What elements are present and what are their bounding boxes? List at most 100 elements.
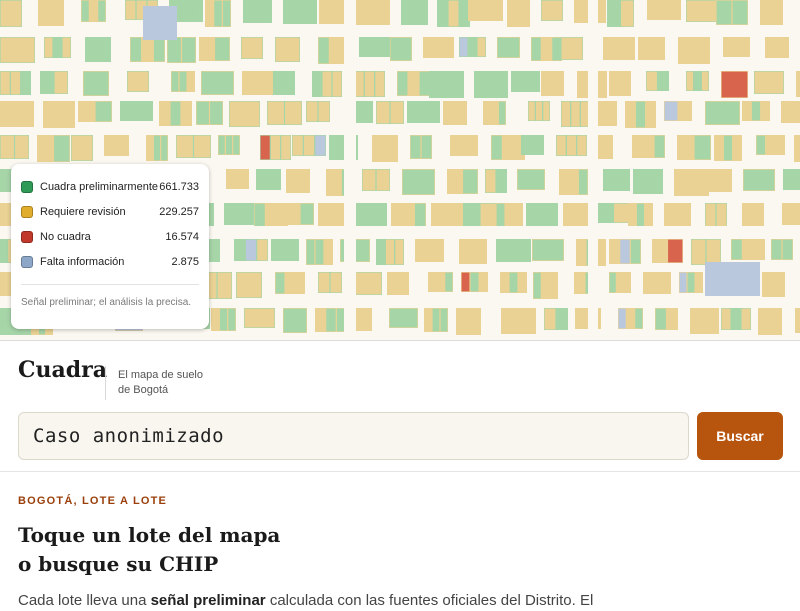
map-lot[interactable] [376, 101, 390, 124]
map-lot[interactable] [609, 272, 616, 293]
map-lot[interactable] [387, 272, 409, 295]
map-lot[interactable] [771, 239, 782, 260]
map-lot[interactable] [0, 239, 8, 263]
map-lot[interactable] [474, 71, 508, 98]
map-lot[interactable] [182, 37, 196, 63]
map-lot[interactable] [54, 71, 68, 94]
map-lot[interactable] [716, 0, 732, 25]
map-lot[interactable] [283, 308, 307, 333]
map-lot[interactable] [468, 37, 477, 57]
map-lot[interactable] [549, 71, 556, 96]
map-lot[interactable] [654, 135, 665, 158]
map-lot[interactable] [694, 135, 711, 160]
map-lot[interactable] [765, 37, 789, 58]
map-lot[interactable] [775, 135, 785, 155]
map-lot[interactable] [62, 37, 71, 58]
map-lot[interactable] [609, 71, 620, 96]
map-lot[interactable] [431, 203, 447, 228]
map-lot[interactable] [285, 101, 302, 125]
map-lot[interactable] [668, 239, 683, 263]
map-lot[interactable] [78, 101, 95, 122]
map-lot[interactable] [705, 203, 716, 227]
map-lot[interactable] [732, 0, 748, 25]
map-lot[interactable] [731, 239, 742, 260]
map-lot[interactable] [733, 135, 742, 161]
map-lot[interactable] [395, 239, 404, 265]
map-lot[interactable] [687, 272, 695, 293]
map-lot[interactable] [277, 203, 288, 228]
map-lot[interactable] [682, 203, 691, 230]
map-lot[interactable] [222, 0, 231, 27]
map-lot[interactable] [515, 0, 522, 27]
map-lot[interactable] [721, 308, 731, 330]
map-lot[interactable] [526, 71, 540, 92]
map-lot[interactable] [624, 272, 631, 293]
map-lot[interactable] [218, 135, 225, 155]
map-lot[interactable] [723, 37, 732, 57]
map-lot[interactable] [444, 37, 454, 58]
map-lot[interactable] [256, 169, 281, 190]
map-lot[interactable] [176, 135, 193, 158]
map-lot[interactable] [621, 0, 634, 27]
map-lot[interactable] [566, 135, 577, 156]
map-lot[interactable] [643, 135, 654, 158]
map-lot[interactable] [262, 0, 272, 23]
map-lot[interactable] [362, 169, 376, 191]
map-lot[interactable] [574, 272, 585, 294]
map-lot[interactable] [754, 239, 765, 260]
map-lot[interactable] [541, 0, 563, 21]
map-lot[interactable] [120, 101, 153, 121]
map-lot[interactable] [322, 71, 332, 97]
map-lot[interactable] [241, 37, 263, 59]
map-lot[interactable] [618, 308, 626, 329]
map-lot[interactable] [782, 239, 793, 260]
map-lot[interactable] [626, 308, 635, 329]
map-lot[interactable] [609, 239, 620, 264]
map-lot[interactable] [161, 135, 168, 161]
map-lot[interactable] [315, 308, 326, 332]
map-lot[interactable] [647, 0, 681, 20]
map-lot[interactable] [686, 169, 697, 196]
map-lot[interactable] [796, 71, 800, 97]
map-lot[interactable] [578, 169, 588, 195]
map-lot[interactable] [690, 308, 719, 334]
map-lot[interactable] [543, 101, 550, 121]
map-lot[interactable] [491, 135, 502, 160]
map-lot[interactable] [569, 169, 578, 195]
map-lot[interactable] [421, 135, 432, 159]
map-lot[interactable] [459, 101, 467, 125]
map-lot[interactable] [142, 37, 153, 62]
map-lot[interactable] [245, 239, 257, 261]
map-lot[interactable] [402, 169, 435, 195]
map-lot[interactable] [677, 135, 694, 160]
map-lot[interactable] [741, 37, 750, 57]
map-lot[interactable] [355, 239, 370, 262]
map-lot[interactable] [694, 71, 701, 91]
map-lot[interactable] [678, 101, 692, 121]
map-lot[interactable] [376, 169, 390, 191]
map-lot[interactable] [242, 71, 254, 95]
map-lot[interactable] [646, 101, 656, 128]
map-lot[interactable] [85, 37, 111, 62]
map-lot[interactable] [17, 101, 34, 127]
map-lot[interactable] [783, 169, 800, 190]
map-lot[interactable] [215, 37, 230, 61]
map-lot[interactable] [749, 203, 757, 230]
map-lot[interactable] [98, 0, 106, 22]
map-lot[interactable] [620, 71, 631, 96]
map-lot[interactable] [732, 37, 741, 57]
map-lot[interactable] [576, 239, 586, 266]
map-lot[interactable] [415, 0, 428, 25]
map-lot[interactable] [376, 239, 385, 265]
map-lot[interactable] [201, 71, 234, 95]
map-lot[interactable] [625, 101, 635, 128]
map-lot[interactable] [254, 203, 265, 228]
map-lot[interactable] [550, 272, 558, 299]
map-lot[interactable] [390, 37, 412, 61]
map-lot[interactable] [38, 0, 51, 26]
map-lot[interactable] [225, 135, 233, 155]
map-lot[interactable] [603, 37, 614, 60]
map-lot[interactable] [292, 135, 303, 156]
map-lot[interactable] [385, 239, 395, 265]
map-lot[interactable] [686, 71, 694, 91]
